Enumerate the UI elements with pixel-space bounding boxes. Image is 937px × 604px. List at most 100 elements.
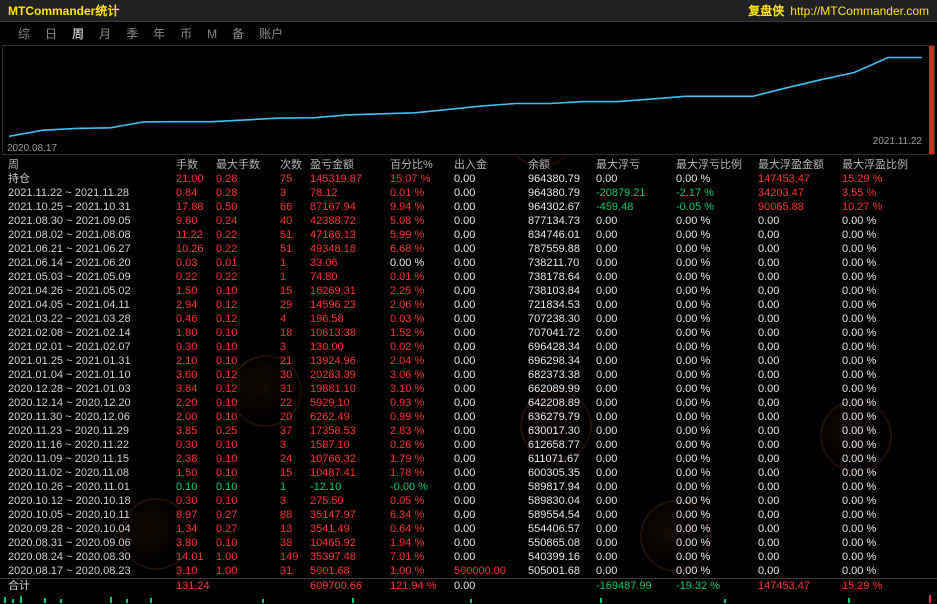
- table-row[interactable]: 2020.12.28 ~ 2021.01.033.640.123119881.1…: [0, 382, 937, 396]
- table-row[interactable]: 2020.08.17 ~ 2020.08.233.101.00315001.68…: [0, 564, 937, 578]
- table-cell: 0.05 %: [390, 494, 454, 508]
- table-cell: 121.94 %: [390, 579, 454, 592]
- table-row[interactable]: 2020.11.02 ~ 2020.11.081.500.101510487.4…: [0, 466, 937, 480]
- chart-scrollbar[interactable]: [929, 46, 934, 154]
- table-row[interactable]: 2021.04.05 ~ 2021.04.112.940.122914596.2…: [0, 298, 937, 312]
- column-header: 出入金: [454, 158, 528, 172]
- chart-start-date-label: 2020.08.17: [7, 143, 57, 154]
- table-cell: 0.00: [758, 242, 842, 256]
- table-cell: 0.00: [758, 410, 842, 424]
- table-cell: 35147.97: [310, 508, 390, 522]
- menu-item-2[interactable]: 日: [45, 25, 57, 42]
- table-row[interactable]: 2021.01.04 ~ 2021.01.103.600.123020283.3…: [0, 368, 937, 382]
- table-cell: 0.00: [758, 480, 842, 494]
- table-row[interactable]: 2021.06.14 ~ 2021.06.200.030.01133.060.0…: [0, 256, 937, 270]
- table-row[interactable]: 2020.11.30 ~ 2020.12.062.000.10206262.49…: [0, 410, 937, 424]
- menu-item-4[interactable]: 月: [99, 25, 111, 42]
- table-cell: 0.00: [454, 312, 528, 326]
- table-cell: 75: [280, 172, 310, 186]
- menu-item-9[interactable]: 备: [232, 25, 244, 42]
- table-cell: 0.00: [596, 284, 676, 298]
- table-row[interactable]: 2020.11.09 ~ 2020.11.152.380.102410766.3…: [0, 452, 937, 466]
- table-cell: 0.28: [216, 172, 280, 186]
- column-header: 最大浮盈金额: [758, 158, 842, 172]
- menu-item-1[interactable]: 综: [18, 25, 30, 42]
- table-row[interactable]: 持仓21.000.2875145319.8715.07 %0.00964380.…: [0, 172, 937, 186]
- table-cell: 0.00: [454, 200, 528, 214]
- table-cell: 37: [280, 424, 310, 438]
- table-cell: 964302.67: [528, 200, 596, 214]
- table-cell: 0.00: [758, 256, 842, 270]
- table-cell: 0.00: [454, 186, 528, 200]
- table-cell: 0.00: [758, 382, 842, 396]
- table-cell: 149: [280, 550, 310, 564]
- table-row[interactable]: 2021.06.21 ~ 2021.06.2710.260.225149348.…: [0, 242, 937, 256]
- table-cell: 0.00 %: [842, 424, 937, 438]
- table-cell: 0.00: [596, 242, 676, 256]
- table-cell: 0.00 %: [676, 242, 758, 256]
- table-cell: 0.00: [454, 214, 528, 228]
- table-cell: 0.00: [454, 494, 528, 508]
- table-cell: 0.00: [758, 452, 842, 466]
- table-cell: 2020.11.09 ~ 2020.11.15: [8, 452, 176, 466]
- table-cell: 0.00: [758, 438, 842, 452]
- table-row[interactable]: 2021.04.26 ~ 2021.05.021.500.101516269.3…: [0, 284, 937, 298]
- table-cell: 10766.32: [310, 452, 390, 466]
- table-cell: 0.00: [596, 480, 676, 494]
- table-row[interactable]: 2020.10.05 ~ 2020.10.118.970.278835147.9…: [0, 508, 937, 522]
- table-cell: 持仓: [8, 172, 176, 186]
- table-cell: 500000.00: [454, 564, 528, 578]
- mini-bar-red: [929, 595, 931, 603]
- table-cell: 0.00: [454, 298, 528, 312]
- menu-item-6[interactable]: 年: [153, 25, 165, 42]
- table-cell: 0.00 %: [842, 256, 937, 270]
- table-row[interactable]: 2021.05.03 ~ 2021.05.090.220.22174.800.0…: [0, 270, 937, 284]
- table-cell: 0.00: [454, 396, 528, 410]
- menu-item-8[interactable]: M: [207, 27, 217, 41]
- table-cell: 19881.10: [310, 382, 390, 396]
- table-cell: 3541.49: [310, 522, 390, 536]
- table-cell: 15: [280, 284, 310, 298]
- table-total-row[interactable]: 合计131.24609700.66121.94 %0.00-169487.99-…: [0, 578, 937, 592]
- table-row[interactable]: 2021.08.30 ~ 2021.09.059.600.244042388.7…: [0, 214, 937, 228]
- mini-bar-green: [600, 598, 602, 603]
- equity-chart[interactable]: 2020.08.17 2021.11.22: [2, 45, 935, 155]
- menu-item-5[interactable]: 季: [126, 25, 138, 42]
- table-cell: 3.06 %: [390, 368, 454, 382]
- table-cell: 6262.49: [310, 410, 390, 424]
- table-cell: 131.24: [176, 579, 216, 592]
- mini-bar-green: [352, 598, 354, 603]
- table-cell: 20283.39: [310, 368, 390, 382]
- table-row[interactable]: 2021.03.22 ~ 2021.03.280.460.124196.580.…: [0, 312, 937, 326]
- table-cell: 31: [280, 564, 310, 578]
- menu-item-10[interactable]: 账户: [259, 25, 283, 42]
- menu-item-7[interactable]: 币: [180, 25, 192, 42]
- table-row[interactable]: 2020.12.14 ~ 2020.12.202.200.10225929.10…: [0, 396, 937, 410]
- table-row[interactable]: 2021.02.08 ~ 2021.02.141.800.101810613.3…: [0, 326, 937, 340]
- table-row[interactable]: 2020.09.28 ~ 2020.10.041.340.27133541.49…: [0, 522, 937, 536]
- table-row[interactable]: 2021.10.25 ~ 2021.10.3117.880.506687167.…: [0, 200, 937, 214]
- table-cell: 0.00 %: [842, 312, 937, 326]
- table-row[interactable]: 2020.08.24 ~ 2020.08.3014.011.0014935397…: [0, 550, 937, 564]
- table-cell: 3.64: [176, 382, 216, 396]
- brand-url-link[interactable]: http://MTCommander.com: [790, 4, 929, 18]
- table-row[interactable]: 2020.11.23 ~ 2020.11.293.850.253717358.5…: [0, 424, 937, 438]
- table-row[interactable]: 2020.10.12 ~ 2020.10.180.300.103275.500.…: [0, 494, 937, 508]
- table-row[interactable]: 2021.08.02 ~ 2021.08.0811.220.225147186.…: [0, 228, 937, 242]
- table-cell: 2.38: [176, 452, 216, 466]
- table-row[interactable]: 2020.11.16 ~ 2020.11.220.300.1031587.100…: [0, 438, 937, 452]
- table-row[interactable]: 2020.10.26 ~ 2020.11.010.100.101-12.10-0…: [0, 480, 937, 494]
- table-row[interactable]: 2021.02.01 ~ 2021.02.070.300.103130.000.…: [0, 340, 937, 354]
- table-row[interactable]: 2021.01.25 ~ 2021.01.312.100.102113924.9…: [0, 354, 937, 368]
- table-cell: 88: [280, 508, 310, 522]
- table-cell: 0.00: [596, 452, 676, 466]
- table-row[interactable]: 2020.08.31 ~ 2020.09.063.800.103810465.9…: [0, 536, 937, 550]
- table-row[interactable]: 2021.11.22 ~ 2021.11.280.840.28378.120.0…: [0, 186, 937, 200]
- table-cell: 5.99 %: [390, 228, 454, 242]
- table-cell: 0.00: [596, 508, 676, 522]
- table-cell: 10487.41: [310, 466, 390, 480]
- table-cell: 0.00 %: [676, 326, 758, 340]
- table-cell: 0.00: [596, 340, 676, 354]
- table-cell: 13924.96: [310, 354, 390, 368]
- menu-item-3[interactable]: 周: [72, 25, 84, 42]
